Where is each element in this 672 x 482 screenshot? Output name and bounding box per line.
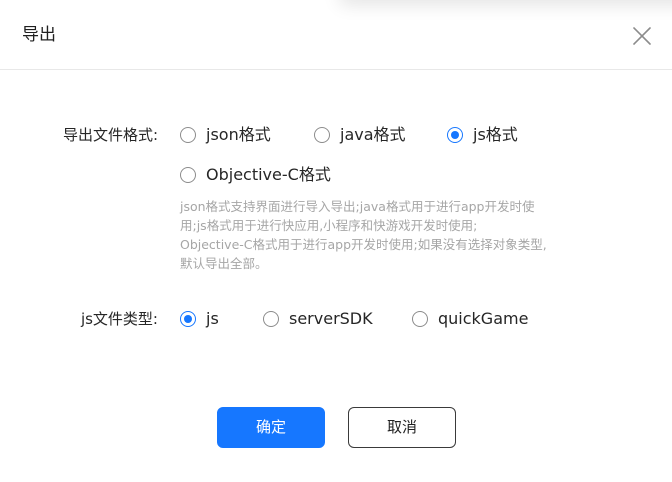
radio-json[interactable]: json格式	[180, 124, 271, 146]
radio-js-label: js	[206, 309, 219, 328]
radio-circle	[412, 311, 428, 327]
close-icon	[633, 27, 651, 45]
help-line: Objective-C格式用于进行app开发时使用;如果没有选择对象类型,	[180, 237, 547, 252]
format-help-text: json格式支持界面进行导入导出;java格式用于进行app开发时使 用;js格…	[180, 197, 590, 273]
radio-java-label: java格式	[340, 125, 406, 144]
radio-js[interactable]: js	[180, 308, 219, 330]
js-type-label: js文件类型:	[80, 310, 158, 328]
radio-js-format-label: js格式	[473, 125, 518, 144]
radio-circle	[314, 127, 330, 143]
cancel-button[interactable]: 取消	[348, 407, 456, 448]
radio-json-label: json格式	[206, 125, 271, 144]
radio-circle	[180, 127, 196, 143]
radio-js-format[interactable]: js格式	[447, 124, 518, 146]
radio-circle-checked	[180, 311, 196, 327]
close-button[interactable]	[628, 22, 656, 50]
format-label: 导出文件格式:	[62, 126, 158, 144]
help-line: 用;js格式用于进行快应用,小程序和快游戏开发时使用;	[180, 218, 478, 233]
radio-circle	[263, 311, 279, 327]
dialog-title: 导出	[22, 25, 56, 45]
radio-quickgame[interactable]: quickGame	[412, 308, 528, 330]
radio-quickgame-label: quickGame	[438, 309, 529, 328]
radio-circle-checked	[447, 127, 463, 143]
dialog-header: 导出	[0, 0, 672, 70]
radio-java[interactable]: java格式	[314, 124, 406, 146]
help-line: json格式支持界面进行导入导出;java格式用于进行app开发时使	[180, 199, 535, 214]
help-line: 默认导出全部。	[180, 256, 268, 271]
radio-objective-c-label: Objective-C格式	[206, 165, 331, 184]
export-dialog: 导出 导出文件格式: json格式 java格式 js格式 Objective-…	[0, 0, 672, 482]
radio-circle	[180, 167, 196, 183]
radio-serversdk-label: serverSDK	[289, 309, 373, 328]
confirm-button[interactable]: 确定	[217, 407, 325, 448]
radio-serversdk[interactable]: serverSDK	[263, 308, 373, 330]
radio-objective-c[interactable]: Objective-C格式	[180, 164, 331, 186]
